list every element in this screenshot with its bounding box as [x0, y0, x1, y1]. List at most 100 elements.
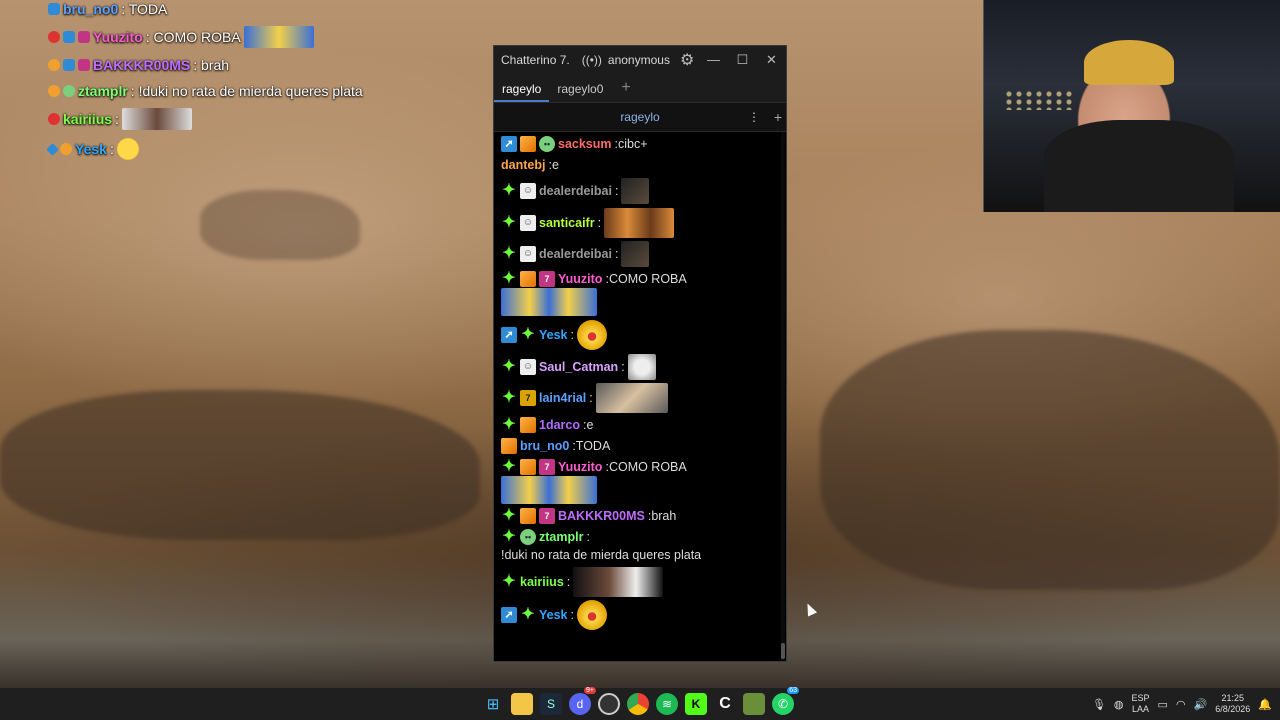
cat-emote-icon [627, 354, 656, 380]
cube-badge-icon [520, 459, 536, 475]
live-broadcast-icon[interactable]: ((•)) [582, 53, 602, 67]
microphone-icon[interactable]: 🎙 [1092, 698, 1106, 711]
chat-message: ✦ 7 Yuuzito: COMO ROBA [501, 458, 774, 504]
message-list[interactable]: ➚ •• sacksum: cibc+ dantebj: e ✦ ☺ deale… [494, 132, 780, 661]
language-layout: LAA [1132, 704, 1150, 714]
overlay-username: Yesk [75, 141, 107, 157]
kick-icon[interactable]: K [685, 693, 707, 715]
laugh-emote-icon [116, 138, 139, 160]
message-text: !duki no rata de mierda queres plata [501, 548, 702, 562]
bull-emote-icon [621, 241, 650, 267]
gem-badge-icon: ✦ [502, 507, 516, 524]
gem-badge-icon: ✦ [521, 606, 535, 623]
message-text: TODA [575, 439, 611, 453]
face-badge-icon [48, 31, 60, 43]
overlay-username: kairiius [63, 111, 113, 127]
message-username[interactable]: Yuuzito [558, 458, 602, 476]
whatsapp-icon[interactable]: ✆ 63 [772, 687, 799, 715]
tab-rageylo0[interactable]: rageylo0 [549, 76, 611, 102]
language-indicator[interactable]: ESP LAA [1132, 693, 1150, 715]
message-username[interactable]: BAKKKR00MS [558, 507, 645, 525]
notification-bell-icon[interactable]: 🔔 [1258, 698, 1272, 711]
cube-badge-icon [520, 136, 536, 152]
clock[interactable]: 21:25 6/8/2026 [1215, 693, 1250, 715]
network-icon[interactable]: ◍ [1114, 698, 1124, 711]
overlay-message: : !duki no rata de mierda queres plata [130, 83, 363, 99]
overlay-username: ztamplr [78, 83, 128, 99]
display-icon[interactable]: ▭ [1158, 698, 1168, 711]
obs-icon[interactable] [598, 693, 620, 715]
chat-message: ➚ ✦ Yesk: [501, 600, 774, 630]
split-header[interactable]: rageylo ⋮ + [494, 102, 786, 132]
spotify-icon[interactable]: ≋ [656, 693, 678, 715]
message-username[interactable]: Yesk [539, 326, 568, 344]
wifi-icon[interactable]: ◠ [1176, 698, 1186, 711]
overlay-line: Yuuzito: COMO ROBA [48, 26, 388, 48]
account-switcher[interactable]: anonymous [608, 53, 670, 67]
tab-rageylo[interactable]: rageylo [494, 76, 550, 102]
overlay-message: : [115, 111, 119, 127]
stream-chat-overlay: bru_no0: TODA Yuuzito: COMO ROBA BAKKKR0… [46, 0, 388, 168]
message-text: brah [651, 509, 677, 523]
discord-icon[interactable]: d 9+ [569, 687, 596, 715]
chrome-icon[interactable] [627, 693, 649, 715]
volume-icon[interactable]: 🔊 [1194, 698, 1208, 711]
taskbar-apps: ⊞ S d 9+ ≋ K C ✆ 63 [482, 687, 799, 715]
settings-gear-icon[interactable]: ⚙ [680, 50, 694, 70]
maximize-button[interactable]: ☐ [728, 52, 757, 68]
overlay-line: bru_no0: TODA [48, 0, 388, 18]
streamer-beanie [1084, 40, 1174, 85]
title-bar[interactable]: Chatterino 7. ((•)) anonymous ⚙ — ☐ ✕ [494, 46, 786, 74]
add-split-icon[interactable]: + [774, 109, 782, 125]
city-lights [1004, 90, 1074, 110]
frog-badge-icon: •• [539, 136, 555, 152]
minimize-button[interactable]: — [699, 52, 728, 68]
steam-icon[interactable]: S [540, 693, 562, 715]
tab-bar: rageylo rageylo0 + [494, 74, 786, 102]
scrollbar-track[interactable] [781, 132, 785, 661]
dogs-emote-icon [604, 208, 675, 238]
message-username[interactable]: Yuuzito [558, 270, 602, 288]
photo-emote-icon [121, 108, 192, 130]
chat-message: ✦ kairiius: [501, 567, 774, 597]
overlay-message: : brah [193, 57, 230, 73]
vip-arrow-badge-icon: ➚ [501, 327, 517, 343]
file-explorer-icon[interactable] [511, 693, 533, 715]
bull-emote-icon [621, 178, 650, 204]
wildebeest-herd-left [0, 390, 480, 540]
cube-badge-icon [520, 417, 536, 433]
sun-badge-icon [48, 59, 60, 71]
message-username[interactable]: santicaifr [539, 214, 595, 232]
cube-badge-icon [48, 3, 60, 15]
minecraft-icon[interactable] [743, 693, 765, 715]
windows-start-icon[interactable]: ⊞ [482, 693, 504, 715]
message-username[interactable]: dealerdeibai [539, 182, 612, 200]
message-username[interactable]: lain4rial [539, 389, 586, 407]
message-username[interactable]: Saul_Catman [539, 358, 618, 376]
vip-arrow-badge-icon: ➚ [501, 607, 517, 623]
wildebeest-distant [200, 190, 360, 260]
chatterino-icon[interactable]: C [714, 693, 736, 715]
chat-message: ✦ 7 Yuuzito: COMO ROBA [501, 270, 774, 316]
message-username[interactable]: ztamplr [539, 528, 583, 546]
message-username[interactable]: sacksum [558, 135, 612, 153]
minions-emote-icon [501, 476, 597, 504]
scrollbar-thumb[interactable] [781, 643, 785, 659]
window-title: Chatterino 7. [501, 53, 570, 67]
gem-badge-icon: ✦ [502, 182, 516, 199]
message-username[interactable]: bru_no0 [520, 437, 569, 455]
message-username[interactable]: Yesk [539, 606, 568, 624]
wildebeest-herd-right [820, 330, 1280, 590]
chatterino-window[interactable]: Chatterino 7. ((•)) anonymous ⚙ — ☐ ✕ ra… [493, 45, 787, 662]
close-button[interactable]: ✕ [757, 52, 786, 68]
message-username[interactable]: dantebj [501, 156, 545, 174]
split-channel-name[interactable]: rageylo [494, 110, 786, 124]
message-username[interactable]: 1darco [539, 416, 580, 434]
add-tab-button[interactable]: + [611, 76, 640, 102]
message-username[interactable]: dealerdeibai [539, 245, 612, 263]
chat-message: ➚ •• sacksum: cibc+ [501, 135, 774, 153]
7tv-gold-badge-icon: 7 [520, 390, 536, 406]
message-username[interactable]: kairiius [520, 573, 564, 591]
split-menu-icon[interactable]: ⋮ [748, 110, 760, 124]
gem-badge-icon: ✦ [502, 573, 516, 590]
